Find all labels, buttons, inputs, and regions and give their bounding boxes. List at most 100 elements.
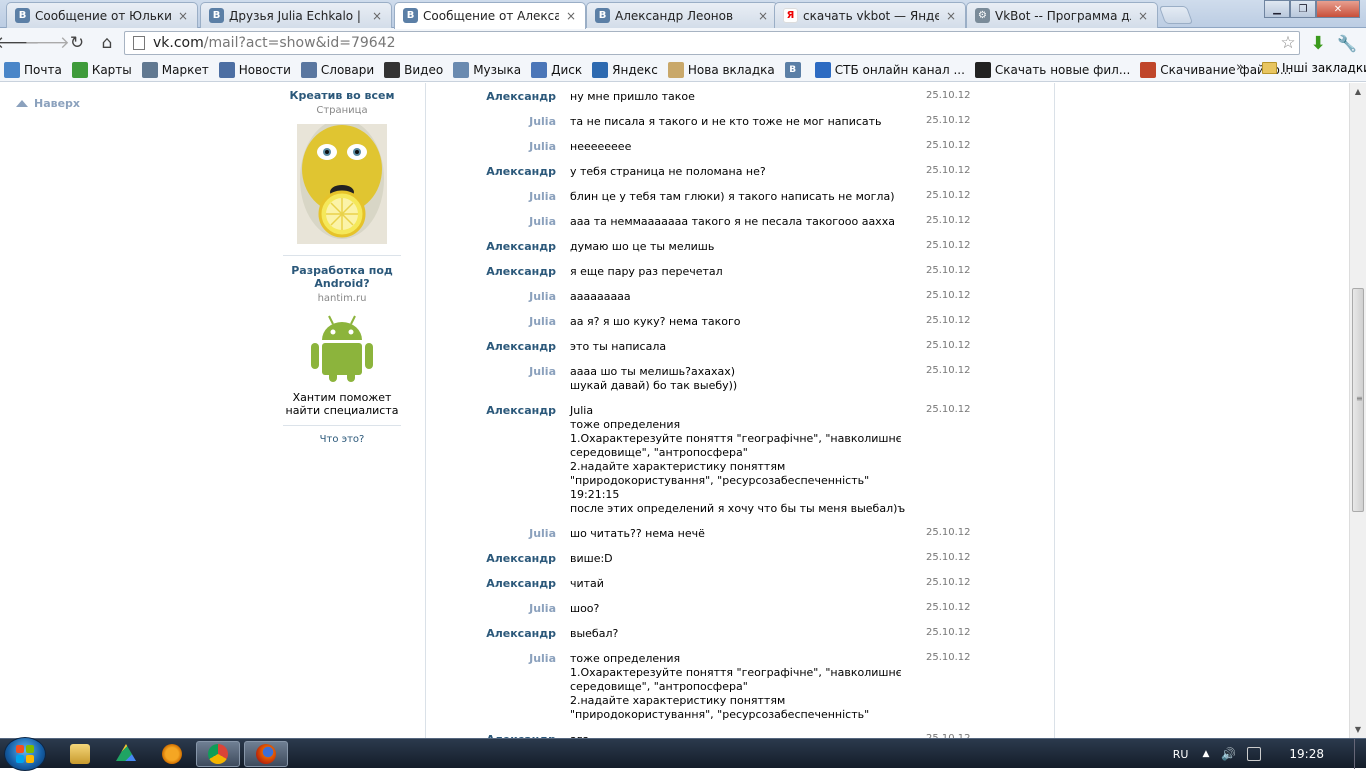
taskbar-chrome[interactable] — [196, 741, 240, 767]
taskbar-explorer[interactable] — [58, 741, 102, 767]
message-row[interactable]: Julia аа я? я шо куку? нема такого 25.10.1… — [426, 315, 1056, 340]
message-author[interactable]: Julia — [426, 215, 556, 228]
tab-5[interactable]: Яскачать vkbot — Яндекс× — [774, 2, 966, 28]
bookmark-item[interactable]: Яндекс — [592, 61, 658, 78]
message-row[interactable]: Александр выебал? 25.10.12 — [426, 627, 1056, 652]
android-logo-icon[interactable] — [297, 312, 387, 382]
clock[interactable]: 19:28 — [1289, 747, 1324, 761]
language-indicator[interactable]: RU — [1173, 748, 1189, 761]
message-author[interactable]: Julia — [426, 315, 556, 328]
tab-close-icon[interactable]: × — [757, 9, 769, 23]
bookmark-item[interactable]: B — [784, 61, 805, 78]
ad-title[interactable]: Разработка под Android? — [283, 264, 401, 290]
bookmarks-overflow-button[interactable]: » — [1236, 60, 1244, 75]
tab-close-icon[interactable]: × — [371, 9, 383, 23]
taskbar-avast[interactable] — [150, 741, 194, 767]
address-bar[interactable]: vk.com/mail?act=show&id=79642 ☆ — [124, 31, 1300, 55]
tab-close-icon[interactable]: × — [945, 9, 957, 23]
bookmark-item[interactable]: Словари — [300, 61, 374, 78]
scroll-up-arrow-icon[interactable]: ▲ — [1350, 83, 1366, 100]
home-button[interactable]: ⌂ — [94, 30, 120, 56]
close-window-button[interactable]: ✕ — [1316, 0, 1360, 18]
tab-2[interactable]: BДрузья Julia Echkalo | 260× — [200, 2, 392, 28]
message-author[interactable]: Julia — [426, 527, 556, 540]
message-author[interactable]: Александр — [426, 90, 556, 103]
scrollbar-thumb[interactable]: ≡ — [1352, 288, 1364, 512]
message-author[interactable]: Александр — [426, 577, 556, 590]
bookmark-item[interactable]: Скачать новые фил... — [974, 61, 1130, 78]
message-row[interactable]: Александр думаю шо це ты мелишь 25.10.12 — [426, 240, 1056, 265]
scroll-down-arrow-icon[interactable]: ▼ — [1350, 721, 1366, 738]
message-author[interactable]: Julia — [426, 140, 556, 153]
message-row[interactable]: Julia аааа шо ты мелишь?ахахах) шукай дав… — [426, 365, 1056, 404]
message-row[interactable]: Александр ну мне пришло такое 25.10.12 — [426, 90, 1056, 115]
message-author[interactable]: Julia — [426, 602, 556, 615]
message-row[interactable]: Julia тоже определения 1.Охарактерезуйте … — [426, 652, 1056, 733]
show-desktop-button[interactable] — [1354, 739, 1366, 769]
message-row[interactable]: Александр у тебя страница не поломана не?… — [426, 165, 1056, 190]
forward-button[interactable]: 🡒 — [24, 30, 70, 56]
ad-block[interactable]: Разработка под Android? hantim.ru Хантим… — [283, 264, 401, 426]
other-bookmarks-folder[interactable]: Інші закладки — [1262, 61, 1366, 75]
maximize-button[interactable]: ❐ — [1290, 0, 1316, 18]
minimize-button[interactable]: ▁ — [1264, 0, 1290, 18]
message-row[interactable]: Julia блин це у тебя там глюки) я такого … — [426, 190, 1056, 215]
message-author[interactable]: Александр — [426, 340, 556, 353]
message-row[interactable]: Julia шо читать?? нема нечё 25.10.12 — [426, 527, 1056, 552]
page-scrollbar[interactable]: ▲ ≡ ▼ — [1349, 83, 1366, 738]
message-author[interactable]: Julia — [426, 365, 556, 378]
message-author[interactable]: Julia — [426, 652, 556, 665]
bookmark-item[interactable]: Диск — [531, 61, 582, 78]
volume-icon[interactable]: 🔊 — [1221, 747, 1237, 761]
message-author[interactable]: Александр — [426, 552, 556, 565]
tab-4[interactable]: B Александр Леонов × — [586, 2, 778, 28]
message-row[interactable]: Александр читай 25.10.12 — [426, 577, 1056, 602]
scroll-to-top-link[interactable]: Наверх — [16, 97, 80, 110]
network-icon[interactable] — [1247, 747, 1262, 761]
new-tab-button[interactable] — [1158, 6, 1194, 24]
bookmark-item[interactable]: Почта — [4, 61, 62, 78]
message-author[interactable]: Александр — [426, 627, 556, 640]
bookmark-item[interactable]: Новости — [218, 61, 291, 78]
bookmark-item[interactable]: Маркет — [141, 61, 209, 78]
bookmark-item[interactable]: Карты — [71, 61, 132, 78]
message-row[interactable]: Julia ааа та неммааааааа такого я не песа… — [426, 215, 1056, 240]
taskbar-drive[interactable] — [104, 741, 148, 767]
message-row[interactable]: Александр я еще пару раз перечетал 25.10.1… — [426, 265, 1056, 290]
tab-close-icon[interactable]: × — [1137, 9, 1149, 23]
url-text[interactable]: vk.com/mail?act=show&id=79642 — [153, 35, 1277, 51]
start-button[interactable] — [4, 737, 46, 771]
reload-button[interactable]: ↻ — [64, 30, 90, 56]
message-author[interactable]: Александр — [426, 404, 556, 417]
message-row[interactable]: Julia та не писала я такого и не кто тоже… — [426, 115, 1056, 140]
message-author[interactable]: Александр — [426, 240, 556, 253]
tray-expand-icon[interactable]: ▲ — [1202, 749, 1209, 759]
download-extension-icon[interactable]: ⬇ — [1308, 32, 1328, 54]
wrench-menu-icon[interactable]: 🔧 — [1336, 32, 1358, 54]
lemon-face-photo[interactable] — [297, 119, 387, 244]
bookmark-item[interactable]: СТБ онлайн канал ... — [814, 61, 965, 78]
ads-info-link[interactable]: Что это? — [283, 434, 401, 445]
bookmark-item[interactable]: Видео — [384, 61, 443, 78]
bookmark-item[interactable]: Нова вкладка — [667, 61, 775, 78]
message-row[interactable]: Julia нееееееее 25.10.12 — [426, 140, 1056, 165]
message-author[interactable]: Julia — [426, 290, 556, 303]
message-row[interactable]: Julia шоо? 25.10.12 — [426, 602, 1056, 627]
tab-1[interactable]: BСообщение от Юльки По× — [6, 2, 198, 28]
bookmark-star-icon[interactable]: ☆ — [1277, 33, 1299, 53]
tab-3[interactable]: BСообщение от Александр× — [394, 2, 586, 29]
taskbar-firefox[interactable] — [244, 741, 288, 767]
message-author[interactable]: Julia — [426, 190, 556, 203]
message-row[interactable]: Александр это ты написала 25.10.12 — [426, 340, 1056, 365]
tab-close-icon[interactable]: × — [565, 9, 577, 23]
ad-block[interactable]: Креатив во всем Страница — [283, 89, 401, 256]
tab-close-icon[interactable]: × — [177, 9, 189, 23]
message-author[interactable]: Александр — [426, 165, 556, 178]
message-row[interactable]: Julia ааааааааа 25.10.12 — [426, 290, 1056, 315]
bookmark-item[interactable]: Музыка — [453, 61, 521, 78]
message-row[interactable]: Александр више:D 25.10.12 — [426, 552, 1056, 577]
message-row[interactable]: Александр Julia тоже определения 1.Охарак… — [426, 404, 1056, 527]
message-author[interactable]: Александр — [426, 265, 556, 278]
ad-title[interactable]: Креатив во всем — [283, 89, 401, 102]
message-author[interactable]: Julia — [426, 115, 556, 128]
